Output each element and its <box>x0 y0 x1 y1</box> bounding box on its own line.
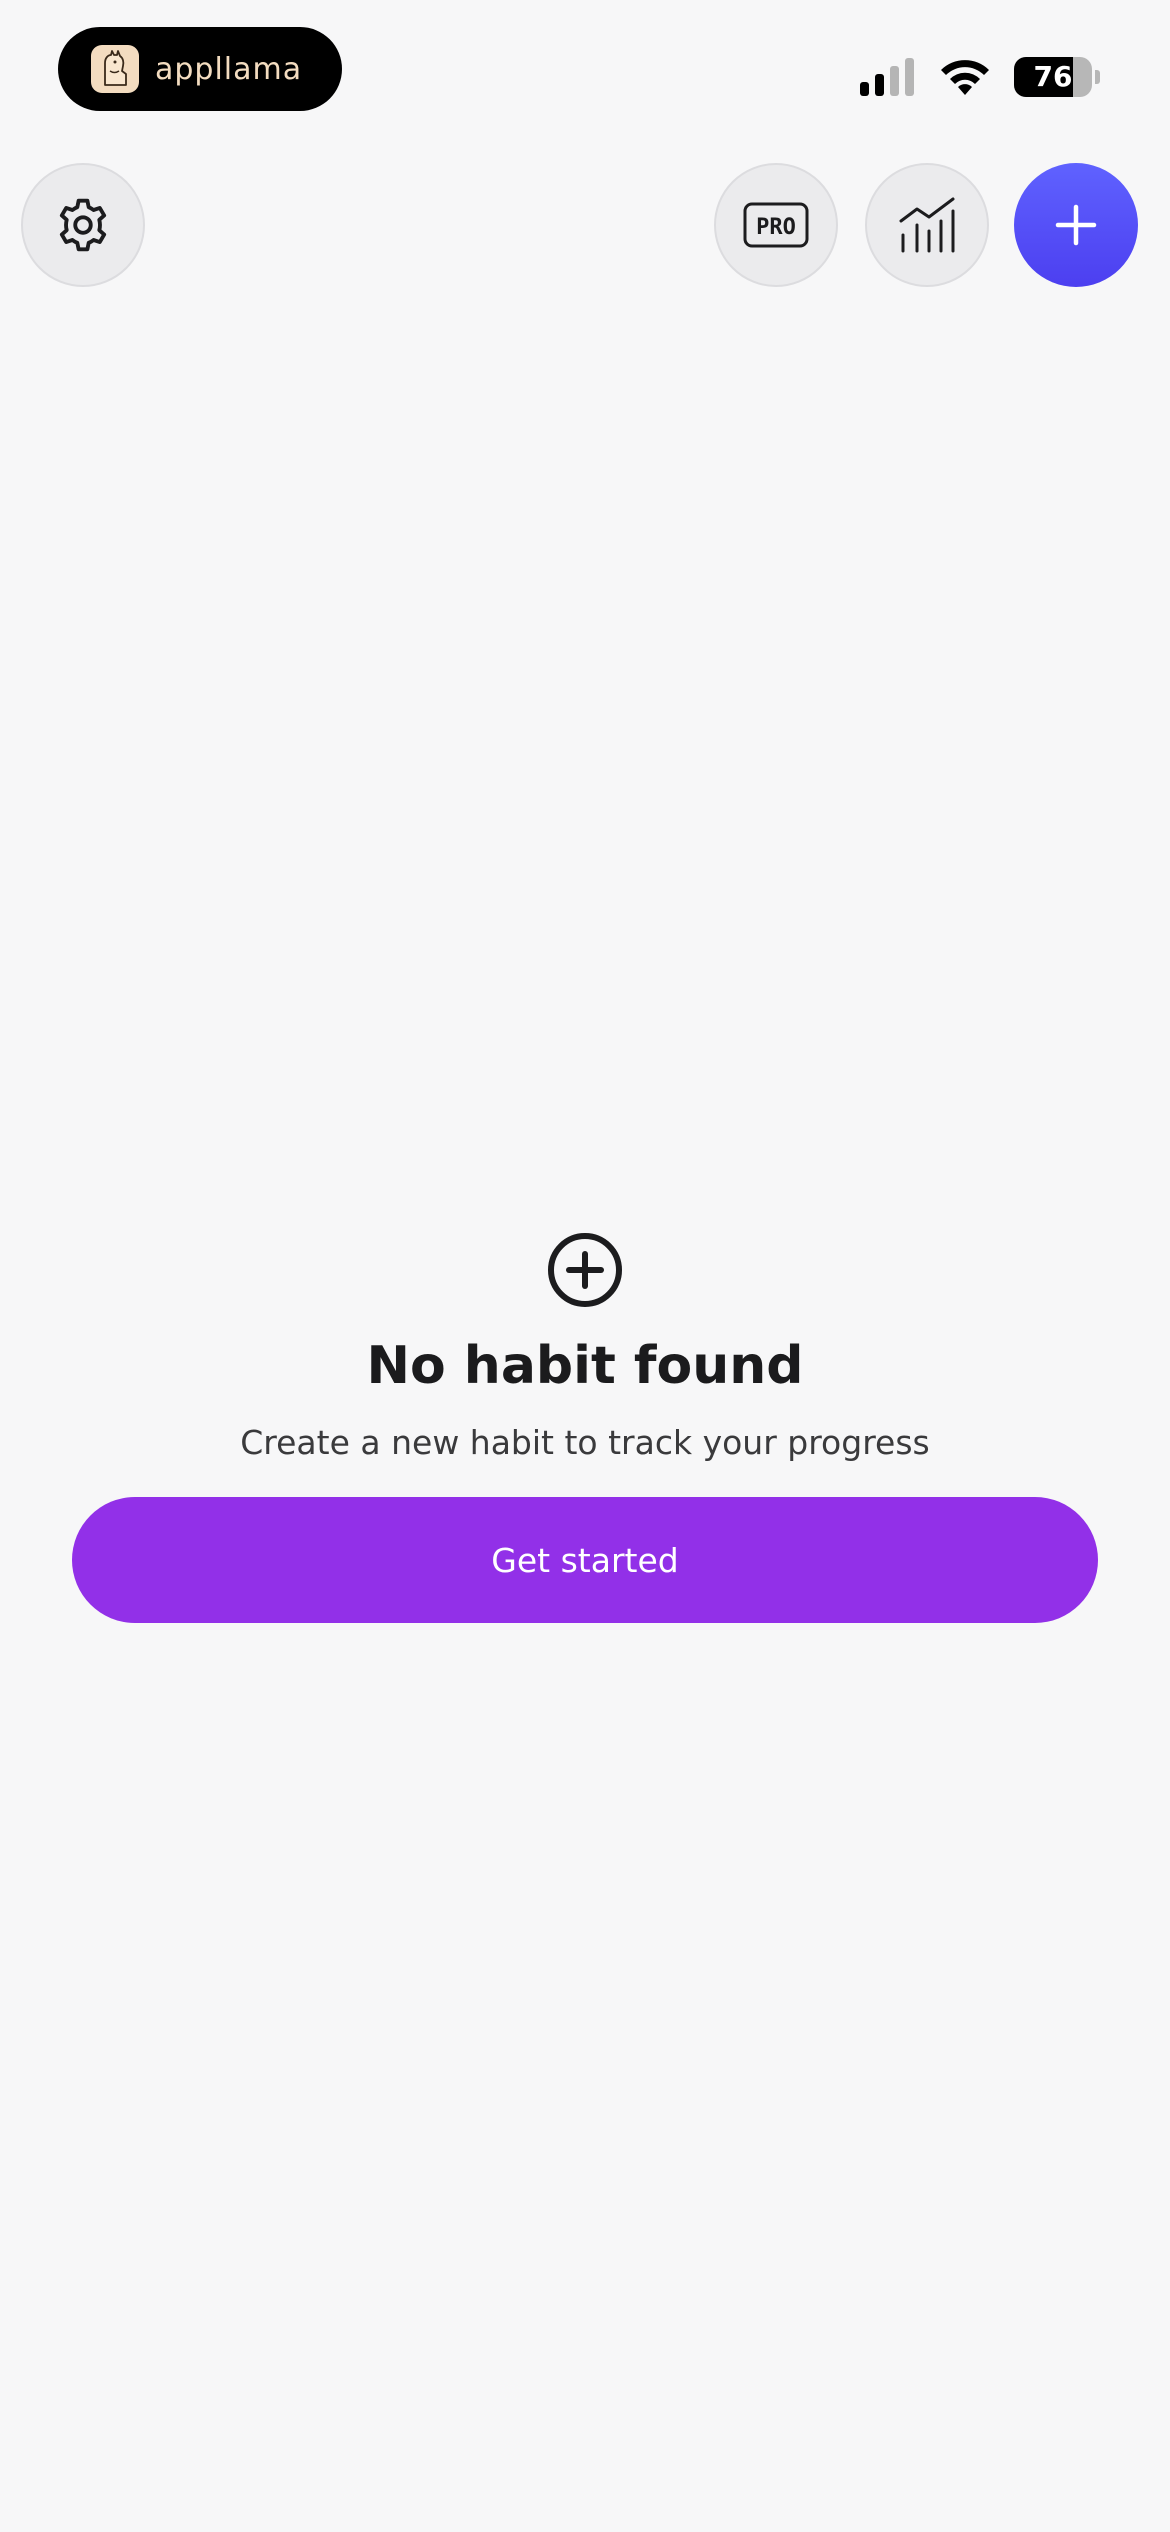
battery-icon: 76 <box>1014 57 1100 97</box>
empty-state-subtitle: Create a new habit to track your progres… <box>240 1423 930 1462</box>
pro-badge-icon: PRO <box>743 202 809 248</box>
plus-circle-icon <box>548 1233 622 1307</box>
gear-icon <box>59 198 107 252</box>
cellular-signal-icon <box>860 58 914 96</box>
empty-state-title: No habit found <box>366 1336 804 1396</box>
chart-icon <box>899 197 955 253</box>
app-badge-pill: appllama <box>58 27 342 111</box>
carrier-label: appllama <box>155 51 303 87</box>
battery-percentage: 76 <box>1033 60 1073 93</box>
status-indicators: 76 <box>860 52 1100 102</box>
pro-badge-label: PRO <box>756 215 796 240</box>
settings-button[interactable] <box>21 163 145 287</box>
statistics-button[interactable] <box>865 163 989 287</box>
add-habit-button[interactable] <box>1014 163 1138 287</box>
llama-logo-icon <box>91 45 139 93</box>
get-started-button[interactable]: Get started <box>72 1497 1098 1623</box>
plus-icon <box>1055 204 1097 246</box>
wifi-icon <box>941 60 989 95</box>
pro-button[interactable]: PRO <box>714 163 838 287</box>
